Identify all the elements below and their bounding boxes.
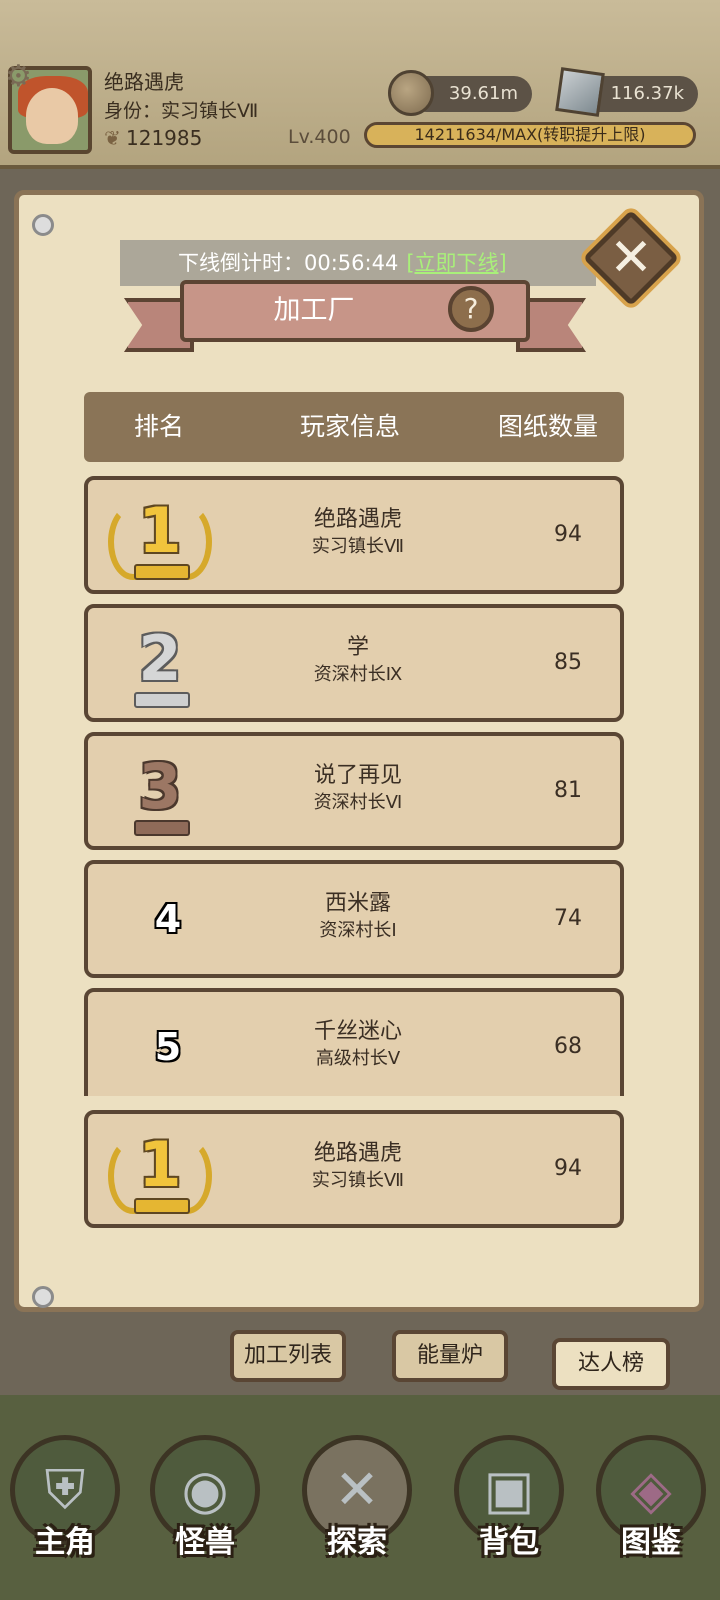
nav-explore[interactable]: ✕ 探索 <box>292 1425 422 1585</box>
gem-icon <box>555 67 605 117</box>
player-info: 说了再见 资深村长Ⅵ <box>258 762 458 816</box>
pin-icon <box>32 214 54 236</box>
coin-icon <box>388 70 434 116</box>
player-title: 实习镇长Ⅶ <box>311 1170 405 1191</box>
table-row[interactable]: 5 千丝迷心 高级村长Ⅴ 68 <box>84 988 624 1096</box>
help-icon[interactable]: ? <box>448 286 494 332</box>
player-info: 西米露 资深村长Ⅰ <box>258 890 458 944</box>
player-title: 实习镇长Ⅶ <box>311 536 405 557</box>
player-info: 千丝迷心 高级村长Ⅴ <box>258 1018 458 1072</box>
tab-processing-list[interactable]: 加工列表 <box>230 1330 346 1382</box>
blueprint-count: 74 <box>554 906 582 931</box>
player-title: 资深村长Ⅸ <box>313 664 403 685</box>
player-name: 西米露 <box>324 891 391 916</box>
nav-codex[interactable]: ◈ 图鉴 <box>586 1425 716 1585</box>
column-player-info: 玩家信息 <box>300 412 401 441</box>
bottom-navigation: ⛨ 主角 ◉ 怪兽 ✕ 探索 ▣ 背包 ◈ 图鉴 <box>0 1395 720 1600</box>
blueprint-count: 85 <box>554 650 582 675</box>
ranking-list[interactable]: 1 绝路遇虎 实习镇长Ⅶ 94 2 学 资深村长Ⅸ 85 3 说了再见 资深村长… <box>84 476 644 1096</box>
experience-bar: 14211634/MAX(转职提升上限) <box>364 122 696 148</box>
tab-energy-furnace[interactable]: 能量炉 <box>392 1330 508 1382</box>
table-row[interactable]: 4 西米露 资深村长Ⅰ 74 <box>84 860 624 978</box>
power-icon: ❦ <box>104 126 121 150</box>
player-name: 学 <box>346 635 369 660</box>
close-icon: ✕ <box>609 228 653 288</box>
player-title: 资深村长Ⅰ <box>319 920 397 941</box>
pin-icon <box>32 1286 54 1308</box>
player-title: 高级村长Ⅴ <box>315 1048 401 1069</box>
table-row[interactable]: 2 学 资深村长Ⅸ 85 <box>84 604 624 722</box>
player-identity: 身份：实习镇长Ⅶ <box>104 100 259 122</box>
player-title: 资深村长Ⅵ <box>313 792 403 813</box>
blueprint-count: 81 <box>554 778 582 803</box>
nav-hero[interactable]: ⛨ 主角 <box>0 1425 130 1585</box>
tab-leaderboard[interactable]: 达人榜 <box>552 1338 670 1390</box>
blueprint-count: 68 <box>554 1034 582 1059</box>
close-button[interactable]: ✕ <box>582 209 680 307</box>
nav-monster[interactable]: ◉ 怪兽 <box>140 1425 270 1585</box>
player-name: 绝路遇虎 <box>104 70 184 94</box>
rank-number: 4 <box>154 897 182 941</box>
nav-backpack[interactable]: ▣ 背包 <box>444 1425 574 1585</box>
player-name: 千丝迷心 <box>313 1019 402 1044</box>
top-status-bar: ⚙ 绝路遇虎 身份：实习镇长Ⅶ ❦ 121985 Lv.400 39.61m 11… <box>0 0 720 169</box>
gold-trophy-icon: 1 <box>108 1124 212 1214</box>
player-info: 绝路遇虎 实习镇长Ⅶ <box>258 1140 458 1194</box>
bronze-trophy-icon: 3 <box>108 746 212 836</box>
player-name: 绝路遇虎 <box>313 507 402 532</box>
silver-trophy-icon: 2 <box>108 618 212 708</box>
table-header: 排名 玩家信息 图纸数量 <box>84 392 624 462</box>
column-blueprint-count: 图纸数量 <box>498 412 599 441</box>
player-name: 绝路遇虎 <box>313 1141 402 1166</box>
table-row[interactable]: 3 说了再见 资深村长Ⅵ 81 <box>84 732 624 850</box>
column-rank: 排名 <box>134 412 185 441</box>
table-row[interactable]: 1 绝路遇虎 实习镇长Ⅶ 94 <box>84 1110 624 1228</box>
power-value: ❦ 121985 <box>104 126 203 150</box>
blueprint-count: 94 <box>554 1156 582 1181</box>
dialog-title-ribbon: 加工厂 <box>124 272 586 356</box>
player-name: 说了再见 <box>313 763 402 788</box>
rank-number: 5 <box>154 1025 182 1069</box>
player-info: 学 资深村长Ⅸ <box>258 634 458 688</box>
settings-gear-icon[interactable]: ⚙ <box>5 62 35 92</box>
player-level: Lv.400 <box>288 126 351 148</box>
player-info: 绝路遇虎 实习镇长Ⅶ <box>258 506 458 560</box>
blueprint-count: 94 <box>554 522 582 547</box>
dialog-title: 加工厂 <box>273 295 355 326</box>
table-row[interactable]: 1 绝路遇虎 实习镇长Ⅶ 94 <box>84 476 624 594</box>
gold-trophy-icon: 1 <box>108 490 212 580</box>
